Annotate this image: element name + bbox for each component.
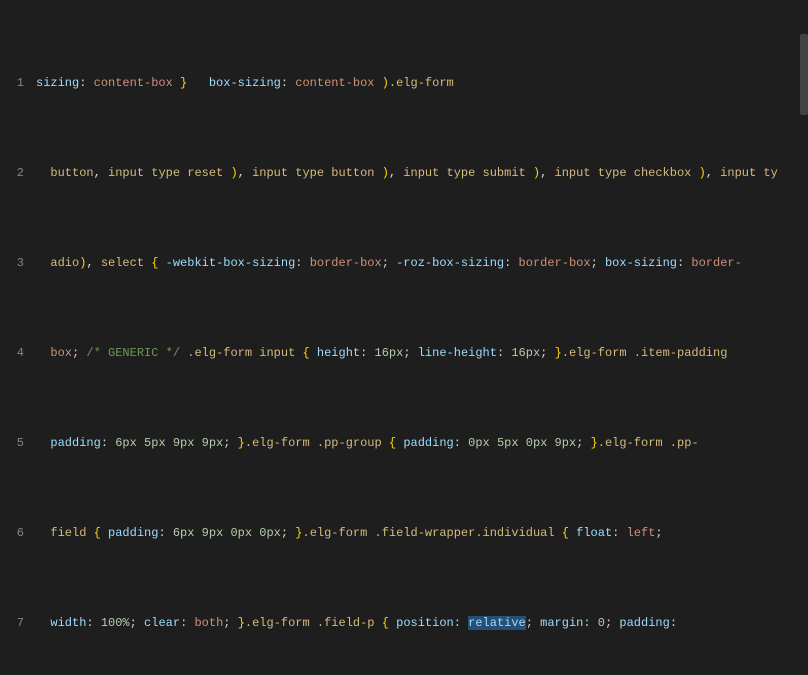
line-text-3: adio), select { -webkit-box-sizing: bord… — [36, 254, 804, 272]
line-number-2: 2 — [0, 164, 36, 182]
line-5: 5 padding: 6px 5px 9px 9px; }.elg-form .… — [0, 434, 808, 452]
line-text-4: box; /* GENERIC */ .elg-form input { hei… — [36, 344, 804, 362]
scrollbar[interactable] — [798, 0, 808, 675]
line-text-6: field { padding: 6px 9px 0px 0px; }.elg-… — [36, 524, 804, 542]
line-text-1: sizing: content-box } box-sizing: conten… — [36, 74, 804, 92]
line-2: 2 button, input type reset ), input type… — [0, 164, 808, 182]
scrollbar-thumb[interactable] — [800, 34, 808, 115]
line-number-1: 1 — [0, 74, 36, 92]
line-text-7: width: 100%; clear: both; }.elg-form .fi… — [36, 614, 804, 632]
line-3: 3 adio), select { -webkit-box-sizing: bo… — [0, 254, 808, 272]
line-text-2: button, input type reset ), input type b… — [36, 164, 804, 182]
line-7: 7 width: 100%; clear: both; }.elg-form .… — [0, 614, 808, 632]
line-number-5: 5 — [0, 434, 36, 452]
line-4: 4 box; /* GENERIC */ .elg-form input { h… — [0, 344, 808, 362]
line-text-5: padding: 6px 5px 9px 9px; }.elg-form .pp… — [36, 434, 804, 452]
line-6: 6 field { padding: 6px 9px 0px 0px; }.el… — [0, 524, 808, 542]
code-content: 1 sizing: content-box } box-sizing: cont… — [0, 0, 808, 675]
line-number-7: 7 — [0, 614, 36, 632]
code-editor: 1 sizing: content-box } box-sizing: cont… — [0, 0, 808, 675]
line-number-4: 4 — [0, 344, 36, 362]
line-number-6: 6 — [0, 524, 36, 542]
line-number-3: 3 — [0, 254, 36, 272]
line-1: 1 sizing: content-box } box-sizing: cont… — [0, 74, 808, 92]
